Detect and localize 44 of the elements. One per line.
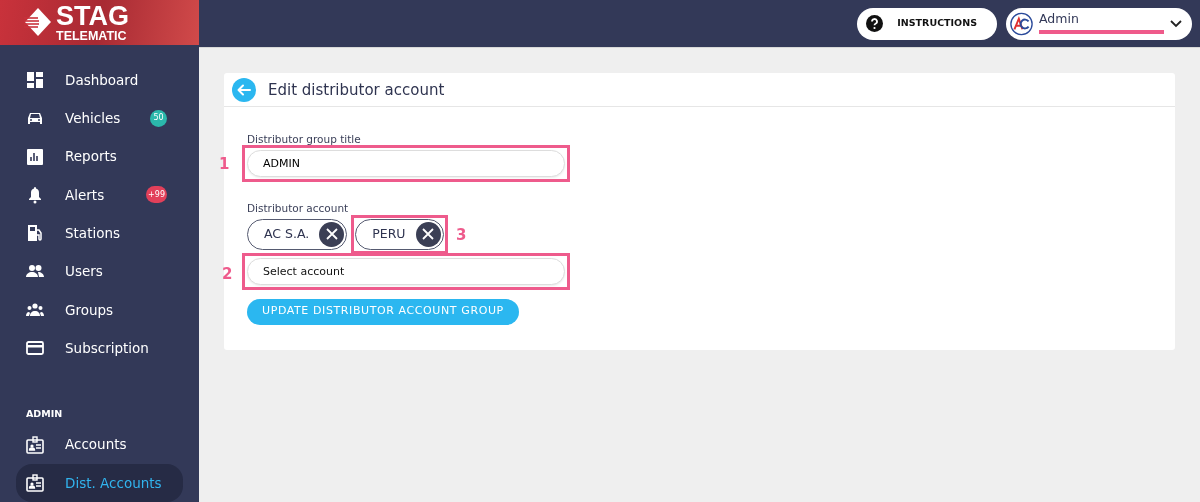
sidebar-item[interactable]: Dist. Accounts	[16, 463, 183, 502]
user-name: Admin	[1039, 13, 1079, 26]
close-icon	[422, 228, 435, 240]
annotation-number: 1	[219, 153, 230, 175]
sidebar-item[interactable]: Users	[16, 252, 183, 291]
fuel-pump-icon	[26, 224, 44, 243]
section-heading: ADMIN	[26, 407, 64, 422]
logo-icon	[24, 7, 52, 38]
sidebar-item[interactable]: Subscription	[16, 328, 183, 368]
id-badge-icon	[26, 435, 44, 454]
sidebar-item[interactable]: Stations	[16, 213, 183, 253]
sidebar-item[interactable]: Reports	[16, 137, 183, 176]
chip-label: PERU	[372, 224, 406, 243]
chip-label: AC S.A.	[264, 224, 310, 243]
annotation-number: 2	[222, 263, 233, 285]
sidebar-item[interactable]: Accounts	[16, 425, 183, 464]
close-icon	[325, 228, 338, 240]
avatar-logo-icon	[1010, 10, 1033, 37]
credit-card-icon	[26, 339, 44, 357]
select-field[interactable]: Select account	[247, 257, 565, 285]
remove-button[interactable]	[319, 221, 345, 247]
count-badge: 50	[150, 109, 167, 127]
instructions-button[interactable]: INSTRUCTIONS	[857, 7, 997, 40]
brand-tagline: TELEMATIC	[56, 29, 128, 43]
page-title: Edit distributor account	[268, 80, 445, 99]
field-label: Distributor group title	[247, 132, 362, 147]
user-menu-button[interactable]: Admin	[1006, 7, 1192, 40]
sidebar-item[interactable]: Vehicles 50	[16, 99, 183, 138]
count-badge: +99	[146, 186, 167, 204]
text-field[interactable]: ADMIN	[247, 149, 565, 177]
annotation-number: 3	[456, 224, 467, 246]
remove-button[interactable]	[415, 221, 441, 247]
brand-name: STAG	[56, 2, 129, 30]
field-label: Distributor account	[247, 200, 350, 216]
sidebar-item[interactable]: Dashboard	[16, 60, 183, 100]
chevron-down-icon	[1170, 19, 1182, 28]
help-icon	[866, 15, 884, 32]
sidebar-item[interactable]: Alerts +99	[16, 175, 183, 214]
bar-chart-icon	[26, 147, 44, 166]
dashboard-icon	[26, 70, 44, 89]
bell-icon	[26, 185, 44, 204]
sidebar-item[interactable]: Groups	[16, 290, 183, 329]
id-badge-icon	[26, 473, 44, 492]
group-icon	[26, 300, 44, 319]
